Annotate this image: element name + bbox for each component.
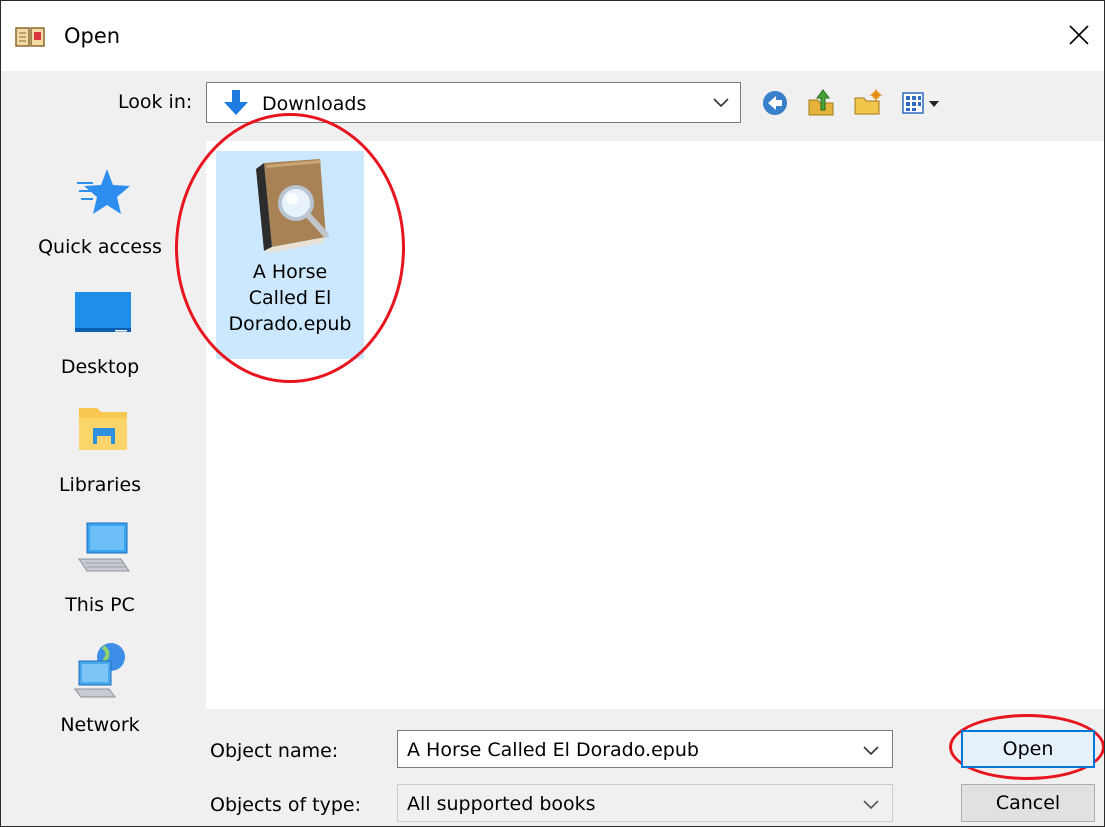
object-name-label: Object name: [210, 740, 339, 762]
new-folder-icon [854, 89, 882, 115]
desktop-icon [73, 279, 133, 343]
new-folder-button[interactable] [851, 87, 883, 119]
object-name-field[interactable]: A Horse Called El Dorado.epub [397, 730, 893, 768]
quick-access-star-icon [73, 159, 133, 223]
look-in-label: Look in: [118, 91, 193, 113]
open-dialog: Open Look in: Downloads Quick access Des… [0, 0, 1105, 827]
places-bar: Quick access Desktop Libraries This PC N… [15, 141, 195, 741]
place-libraries[interactable]: Libraries [15, 397, 195, 509]
place-desktop[interactable]: Desktop [15, 279, 195, 391]
look-in-dropdown[interactable]: Downloads [206, 82, 741, 123]
place-label: Libraries [58, 474, 142, 496]
downloads-arrow-icon [224, 90, 248, 115]
title-bar: Open [1, 1, 1104, 71]
dialog-title: Open [64, 24, 121, 48]
back-button[interactable] [759, 87, 791, 119]
place-this-pc[interactable]: This PC [15, 517, 195, 629]
open-button[interactable]: Open [961, 730, 1095, 768]
computer-icon [73, 517, 133, 581]
file-name: A Horse Called El Dorado.epub [228, 261, 352, 335]
back-arrow-icon [763, 91, 787, 115]
ebook-icon [256, 159, 329, 253]
up-folder-button[interactable] [805, 87, 837, 119]
object-type-value: All supported books [407, 793, 596, 815]
place-label: Network [60, 714, 140, 736]
file-list-view[interactable]: A Horse Called El Dorado.epub [206, 141, 1104, 709]
book-app-icon [15, 27, 45, 47]
object-type-label: Objects of type: [210, 794, 362, 816]
close-icon [1069, 25, 1089, 45]
look-in-value: Downloads [262, 93, 367, 115]
close-button[interactable] [1055, 11, 1103, 59]
object-type-dropdown[interactable]: All supported books [397, 784, 893, 822]
view-menu-icon [902, 92, 939, 114]
place-quick-access[interactable]: Quick access [15, 159, 195, 271]
up-folder-icon [808, 89, 834, 116]
place-label: Quick access [38, 236, 162, 258]
chevron-down-icon [713, 98, 729, 108]
libraries-folder-icon [73, 397, 133, 461]
file-item-selected[interactable]: A Horse Called El Dorado.epub [216, 151, 364, 359]
view-menu-button[interactable] [897, 87, 953, 119]
object-name-value: A Horse Called El Dorado.epub [407, 739, 699, 761]
cancel-button[interactable]: Cancel [961, 784, 1095, 822]
chevron-down-icon [863, 800, 879, 810]
chevron-down-icon[interactable] [862, 743, 880, 757]
place-label: This PC [65, 594, 135, 616]
place-label: Desktop [60, 356, 140, 378]
place-network[interactable]: Network [15, 637, 195, 749]
network-icon [73, 637, 133, 701]
